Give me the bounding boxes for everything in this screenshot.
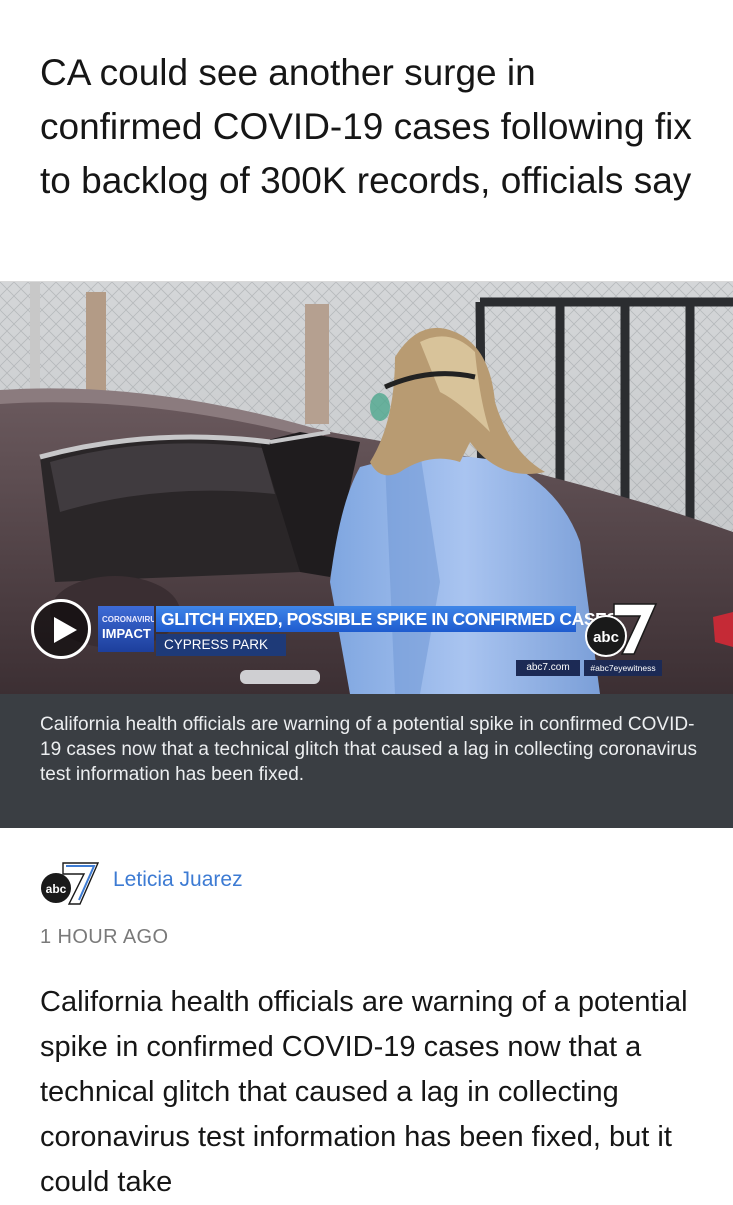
author-avatar-icon[interactable]: abc <box>38 860 100 906</box>
play-icon <box>54 617 77 643</box>
abc7-logo-icon: abc <box>585 603 658 657</box>
play-button[interactable] <box>31 599 91 659</box>
article-body: California health officials are warning … <box>40 986 688 1198</box>
article-headline: CA could see another surge in confirmed … <box>40 52 692 201</box>
coronavirus-impact-badge: CORONAVIRUS: IMPACT <box>98 606 154 652</box>
post-timestamp: 1 HOUR AGO <box>40 926 169 948</box>
location-bar: CYPRESS PARK <box>156 634 286 656</box>
site-tag: abc7.com <box>516 660 580 676</box>
badge-line-2: IMPACT <box>102 626 151 641</box>
news-headline-bar: GLITCH FIXED, POSSIBLE SPIKE IN CONFIRME… <box>156 606 618 632</box>
svg-text:abc: abc <box>46 882 67 896</box>
video-caption: California health officials are warning … <box>40 714 697 785</box>
logo-text: abc <box>593 629 619 646</box>
hashtag-tag: #abc7eyewitness <box>584 660 662 676</box>
author-link[interactable]: Leticia Juarez <box>113 868 243 892</box>
badge-line-1: CORONAVIRUS: <box>102 615 154 624</box>
